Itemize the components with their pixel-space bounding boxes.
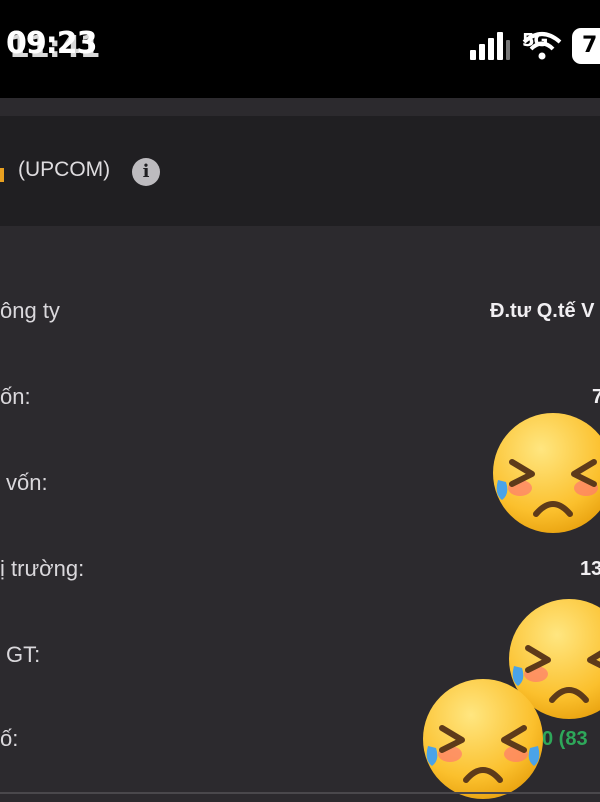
row-value-ratio: 0 (83 (542, 728, 588, 750)
battery-level: 7 (582, 33, 598, 58)
row-label-market: ị trường: (0, 556, 85, 581)
signal-icon (470, 32, 510, 60)
crying-face-emoji-3 (423, 679, 543, 799)
row-label-company: ông ty (0, 298, 60, 323)
exchange-marker (0, 168, 4, 182)
exchange-label: (UPCOM) (18, 158, 111, 181)
bottom-divider (0, 792, 600, 794)
row-label-ratio: ố: (0, 726, 19, 751)
row-label-gt: GT: (6, 642, 41, 667)
row-label-capital-2: vốn: (6, 470, 48, 495)
clock-time-overlay: 11:41 (9, 30, 100, 65)
status-bar: 09:23 11:41 5G 7 (0, 0, 600, 98)
row-value-company: Đ.tư Q.tế V (490, 300, 595, 322)
wifi-icon (522, 32, 562, 60)
row-value-capital: 7 (592, 386, 600, 408)
battery-icon: 7 (572, 28, 600, 64)
info-icon[interactable]: i (132, 158, 160, 186)
network-indicator: 5G (520, 24, 564, 64)
row-label-capital: ốn: (0, 384, 31, 409)
info-glyph: i (142, 161, 150, 182)
crying-face-emoji (493, 413, 600, 533)
row-value-market: 13 (580, 558, 600, 580)
clock: 09:23 11:41 (6, 26, 116, 66)
